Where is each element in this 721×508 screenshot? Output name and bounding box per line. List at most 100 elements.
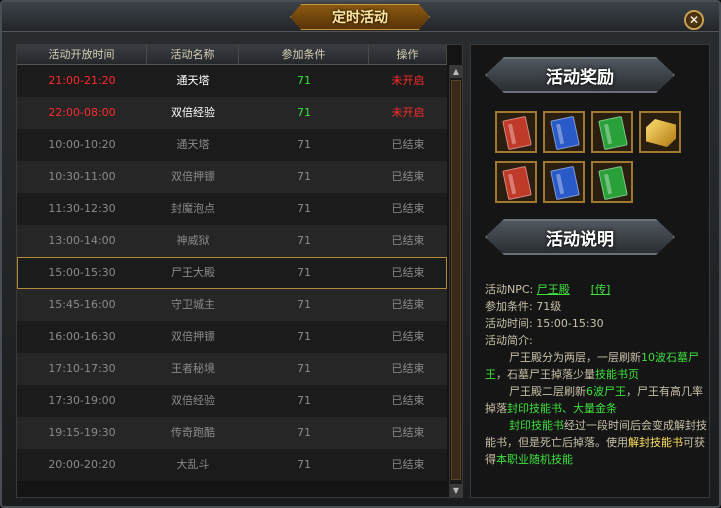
- detail-panel: 活动奖励 活动说明 活动NPC: 尸王殿 [传] 参加条件: 71级 活动时间:…: [470, 44, 710, 498]
- table-row[interactable]: 19:15-19:30 传奇跑酷 71 已结束: [17, 417, 447, 449]
- description-text: 活动NPC: 尸王殿 [传] 参加条件: 71级 活动时间: 15:00-15:…: [485, 281, 709, 468]
- row-status[interactable]: 已结束: [369, 129, 447, 161]
- row-condition: 71: [297, 266, 311, 279]
- table-row[interactable]: 22:00-08:00 双倍经验 71 未开启: [17, 97, 447, 129]
- time-value: 15:00-15:30: [536, 317, 604, 330]
- row-condition: 71: [297, 362, 311, 375]
- table-row[interactable]: 10:30-11:00 双倍押镖 71 已结束: [17, 161, 447, 193]
- activity-table: 活动开放时间 活动名称 参加条件 操作 21:00-21:20 通天塔 71 未开启 2…: [16, 44, 463, 498]
- time-label: 活动时间:: [485, 317, 533, 330]
- table-row[interactable]: 15:00-15:30 尸王大殿 71 已结束: [17, 257, 447, 289]
- table-row[interactable]: 13:00-14:00 神威狱 71 已结束: [17, 225, 447, 257]
- blue-book-icon: [550, 115, 580, 151]
- table-row[interactable]: 20:00-20:20 大乱斗 71 已结束: [17, 449, 447, 481]
- intro-paragraph-1: 尸王殿分为两层，一层刷新10波石墓尸王，石墓尸王掉落少量技能书页: [485, 351, 699, 381]
- row-condition: 71: [297, 330, 311, 343]
- row-status[interactable]: 已结束: [369, 225, 447, 257]
- row-status[interactable]: 已结束: [369, 385, 447, 417]
- row-name: 大乱斗: [176, 458, 210, 471]
- scrollbar[interactable]: ▲ ▼: [449, 65, 462, 497]
- table-row[interactable]: 16:00-16:30 双倍押镖 71 已结束: [17, 321, 447, 353]
- table-row[interactable]: 17:10-17:30 王者秘境 71 已结束: [17, 353, 447, 385]
- description-title: 活动说明: [546, 230, 614, 250]
- npc-label: 活动NPC:: [485, 283, 534, 296]
- row-condition: 71: [297, 106, 311, 119]
- row-time: 15:00-15:30: [48, 266, 116, 279]
- scroll-up-icon[interactable]: ▲: [450, 65, 462, 78]
- scroll-down-icon[interactable]: ▼: [450, 484, 462, 497]
- row-condition: 71: [297, 298, 311, 311]
- row-condition: 71: [297, 458, 311, 471]
- header-action: 操作: [369, 45, 447, 64]
- row-time: 17:30-19:00: [48, 394, 116, 407]
- npc-link[interactable]: 尸王殿: [537, 283, 570, 296]
- row-time: 22:00-08:00: [48, 106, 116, 119]
- reward-slot[interactable]: [639, 111, 681, 153]
- row-status[interactable]: 未开启: [369, 97, 447, 129]
- row-status[interactable]: 已结束: [369, 417, 447, 449]
- row-time: 16:00-16:30: [48, 330, 116, 343]
- row-name: 通天塔: [176, 74, 210, 87]
- row-name: 通天塔: [176, 138, 210, 151]
- row-condition: 71: [297, 138, 311, 151]
- row-condition: 71: [297, 234, 311, 247]
- row-status[interactable]: 已结束: [369, 449, 447, 481]
- row-condition: 71: [297, 74, 311, 87]
- green-book-icon: [598, 115, 628, 151]
- row-time: 13:00-14:00: [48, 234, 116, 247]
- row-name: 尸王大殿: [171, 266, 215, 279]
- reward-slot[interactable]: [591, 111, 633, 153]
- table-row[interactable]: 10:00-10:20 通天塔 71 已结束: [17, 129, 447, 161]
- row-condition: 71: [297, 202, 311, 215]
- blue-book-icon: [550, 165, 580, 201]
- row-time: 19:15-19:30: [48, 426, 116, 439]
- row-name: 封魔泡点: [171, 202, 215, 215]
- table-row[interactable]: 11:30-12:30 封魔泡点 71 已结束: [17, 193, 447, 225]
- row-name: 传奇跑酷: [171, 426, 215, 439]
- row-condition: 71: [297, 394, 311, 407]
- close-icon[interactable]: ✕: [684, 10, 704, 30]
- row-name: 守卫城主: [171, 298, 215, 311]
- green-book-icon: [598, 165, 628, 201]
- row-name: 神威狱: [176, 234, 210, 247]
- row-status[interactable]: 未开启: [369, 65, 447, 97]
- intro-label: 活动简介:: [485, 334, 533, 347]
- row-name: 双倍经验: [171, 394, 215, 407]
- header-name: 活动名称: [147, 45, 239, 64]
- row-status[interactable]: 已结束: [369, 257, 447, 289]
- row-name: 双倍经验: [171, 106, 215, 119]
- window-title: 定时活动: [332, 10, 388, 26]
- table-row[interactable]: 15:45-16:00 守卫城主 71 已结束: [17, 289, 447, 321]
- rewards-banner: 活动奖励: [485, 57, 675, 93]
- row-name: 双倍押镖: [171, 170, 215, 183]
- row-time: 20:00-20:20: [48, 458, 116, 471]
- row-status[interactable]: 已结束: [369, 289, 447, 321]
- reward-slot[interactable]: [543, 161, 585, 203]
- description-banner: 活动说明: [485, 219, 675, 255]
- row-time: 15:45-16:00: [48, 298, 116, 311]
- gold-bar-icon: [646, 119, 676, 147]
- intro-paragraph-3: 封印技能书经过一段时间后会变成解封技能书，但是死亡后掉落。使用解封技能书可获得本…: [485, 419, 707, 466]
- table-header: 活动开放时间 活动名称 参加条件 操作: [17, 45, 447, 65]
- header-condition: 参加条件: [239, 45, 369, 64]
- row-time: 11:30-12:30: [48, 202, 116, 215]
- condition-label: 参加条件:: [485, 300, 533, 313]
- row-time: 10:00-10:20: [48, 138, 116, 151]
- row-time: 21:00-21:20: [48, 74, 116, 87]
- row-status[interactable]: 已结束: [369, 321, 447, 353]
- table-row[interactable]: 21:00-21:20 通天塔 71 未开启: [17, 65, 447, 97]
- rewards-title: 活动奖励: [546, 68, 614, 88]
- reward-slot[interactable]: [591, 161, 633, 203]
- row-status[interactable]: 已结束: [369, 193, 447, 225]
- reward-slot[interactable]: [495, 111, 537, 153]
- row-status[interactable]: 已结束: [369, 353, 447, 385]
- row-name: 王者秘境: [171, 362, 215, 375]
- table-row[interactable]: 17:30-19:00 双倍经验 71 已结束: [17, 385, 447, 417]
- reward-slot[interactable]: [543, 111, 585, 153]
- scroll-thumb[interactable]: [451, 80, 461, 480]
- reward-slot[interactable]: [495, 161, 537, 203]
- row-time: 17:10-17:30: [48, 362, 116, 375]
- row-status[interactable]: 已结束: [369, 161, 447, 193]
- teleport-link[interactable]: [传]: [591, 283, 611, 296]
- intro-paragraph-2: 尸王殿二层刷新6波尸王，尸王有高几率掉落封印技能书、大量金条: [485, 385, 703, 415]
